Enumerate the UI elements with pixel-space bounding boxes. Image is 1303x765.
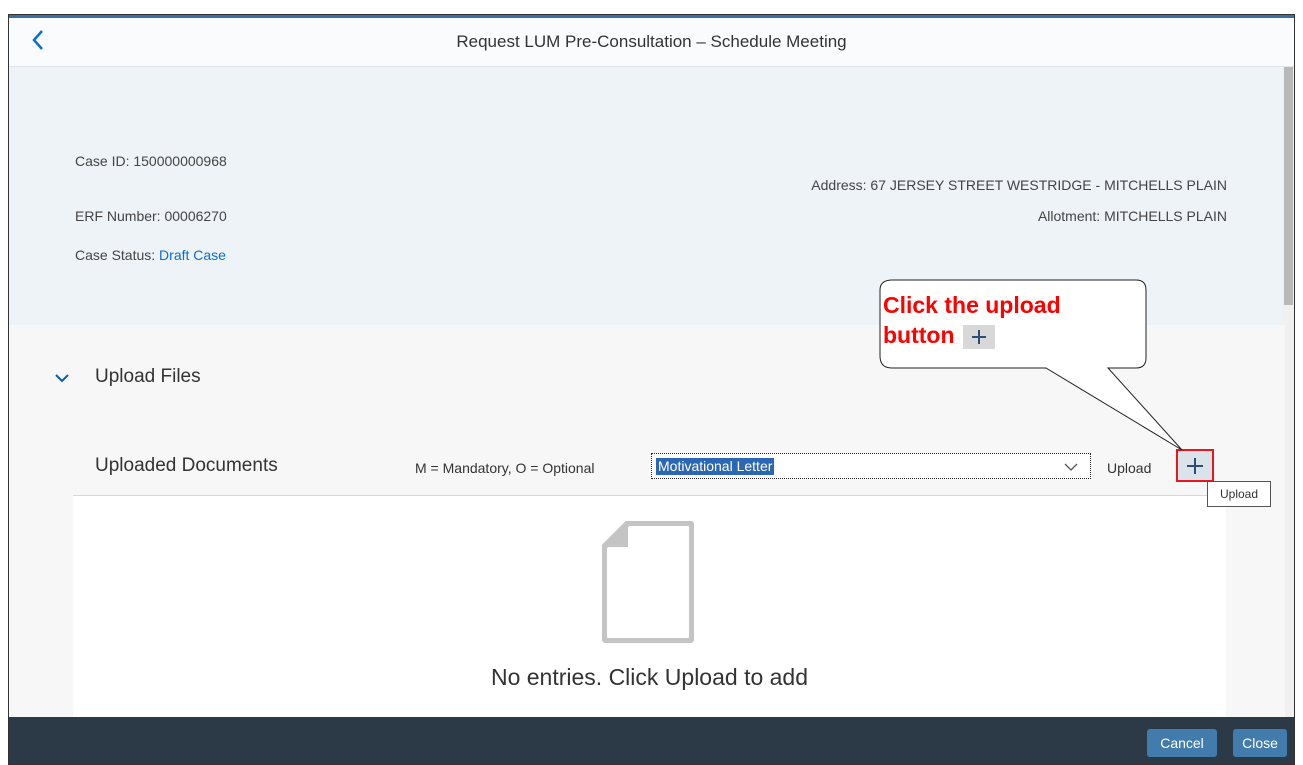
cancel-button[interactable]: Cancel bbox=[1147, 729, 1217, 757]
upload-tooltip: Upload bbox=[1207, 481, 1271, 507]
scrollbar-thumb[interactable] bbox=[1284, 67, 1293, 305]
empty-documents-list: No entries. Click Upload to add bbox=[73, 496, 1226, 725]
close-button[interactable]: Close bbox=[1233, 729, 1287, 757]
upload-files-section: Upload Files Uploaded Documents M = Mand… bbox=[9, 325, 1285, 725]
address: Address: 67 JERSEY STREET WESTRIDGE - MI… bbox=[811, 177, 1227, 193]
documents-toolbar: Uploaded Documents M = Mandatory, O = Op… bbox=[73, 443, 1226, 496]
upload-button[interactable] bbox=[1176, 449, 1214, 482]
plus-icon bbox=[962, 324, 995, 349]
documents-title: Uploaded Documents bbox=[95, 455, 278, 476]
erf-number: ERF Number: 00006270 bbox=[75, 208, 227, 224]
page-header: Request LUM Pre-Consultation – Schedule … bbox=[9, 18, 1294, 67]
document-type-select[interactable]: Motivational Letter bbox=[651, 453, 1091, 479]
selected-document-value: Motivational Letter bbox=[656, 458, 775, 475]
footer-bar: Cancel Close bbox=[9, 717, 1294, 764]
page-title: Request LUM Pre-Consultation – Schedule … bbox=[456, 32, 847, 51]
app-window: Request LUM Pre-Consultation – Schedule … bbox=[8, 14, 1295, 765]
callout-line-2: button bbox=[883, 320, 1061, 350]
legend-text: M = Mandatory, O = Optional bbox=[415, 460, 595, 476]
upload-label: Upload bbox=[1107, 460, 1152, 476]
callout-text: Click the upload button bbox=[883, 290, 1061, 350]
callout-line-2-text: button bbox=[883, 322, 955, 348]
chevron-down-icon[interactable] bbox=[53, 369, 71, 387]
case-status-link[interactable]: Draft Case bbox=[159, 247, 226, 263]
callout-line-1: Click the upload bbox=[883, 292, 1061, 318]
case-id: Case ID: 150000000968 bbox=[75, 153, 227, 169]
case-status-label: Case Status: bbox=[75, 247, 160, 263]
plus-icon bbox=[1187, 458, 1203, 474]
empty-message: No entries. Click Upload to add bbox=[490, 664, 809, 690]
chevron-down-icon[interactable] bbox=[1064, 460, 1078, 472]
case-status: Case Status: Draft Case bbox=[75, 247, 226, 263]
document-icon bbox=[601, 520, 695, 648]
section-title[interactable]: Upload Files bbox=[95, 366, 201, 388]
case-info-panel: Case ID: 150000000968 ERF Number: 000062… bbox=[9, 67, 1285, 325]
allotment: Allotment: MITCHELLS PLAIN bbox=[1037, 208, 1227, 224]
